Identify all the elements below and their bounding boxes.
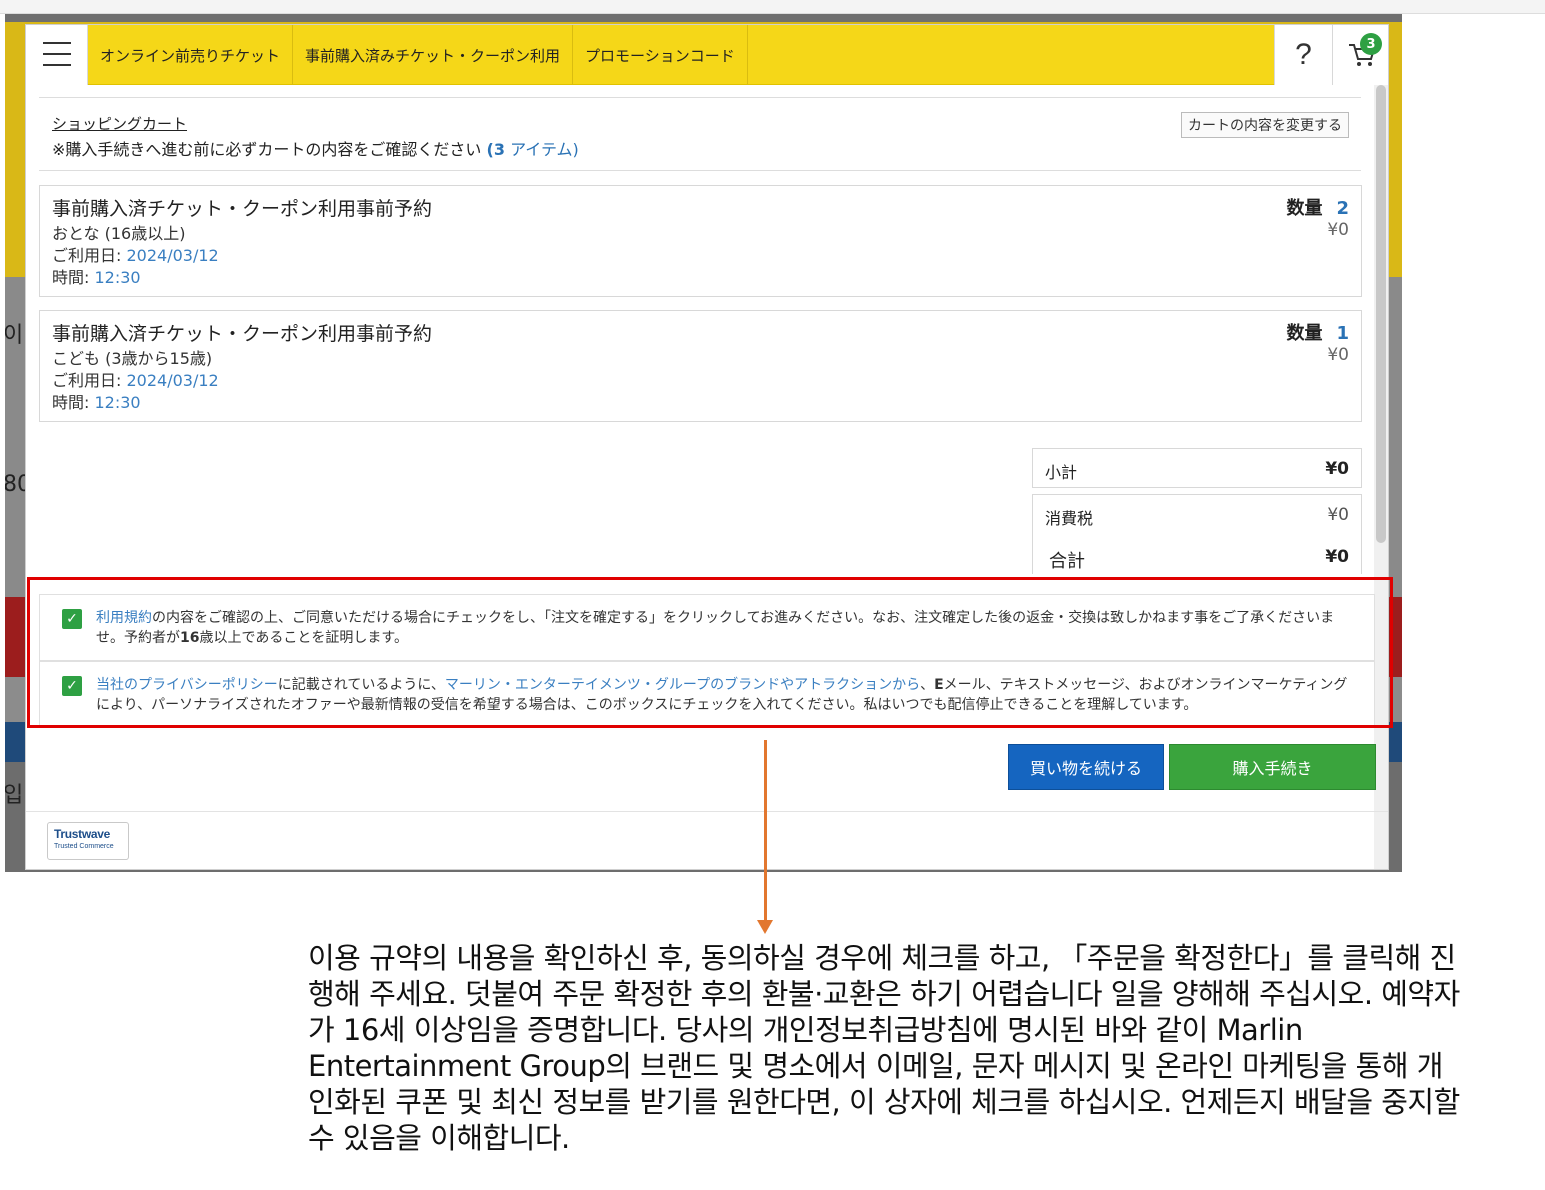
item-time: 12:30	[94, 268, 141, 287]
item-price: ¥0	[1327, 345, 1349, 365]
browser-top-strip	[0, 0, 1545, 14]
screenshot: 이 80 입 オンライン前売りチケット 事前購入済みチケット・クーポン利用 プロ…	[0, 0, 1545, 1190]
item-time-label: 時間:	[52, 268, 90, 287]
hamburger-menu-icon[interactable]	[26, 25, 88, 85]
background-text-fragment: 이	[5, 323, 24, 348]
cart-title-link[interactable]: ショッピングカート	[52, 113, 187, 134]
modal-nav-bar: オンライン前売りチケット 事前購入済みチケット・クーポン利用 プロモーションコー…	[26, 25, 1388, 85]
background-text-fragment: 입	[5, 783, 24, 808]
item-count-label: アイテム)	[510, 140, 579, 159]
trustwave-subtitle: Trusted Commerce	[54, 843, 114, 850]
item-time-row: 時間: 12:30	[52, 264, 141, 288]
item-time: 12:30	[94, 393, 141, 412]
edit-cart-button[interactable]: カートの内容を変更する	[1181, 112, 1349, 138]
tax-total-box: 消費税 ¥0 合計 ¥0	[1032, 494, 1362, 574]
item-count: 3	[493, 140, 505, 159]
cart-item: 事前購入済チケット・クーポン利用事前予約 こども (3歳から15歳) ご利用日:…	[39, 310, 1362, 422]
cart-header: ショッピングカート ※購入手続きへ進む前に必ずカートの内容をご確認ください (3…	[39, 97, 1361, 171]
cart-note-text: ※購入手続きへ進む前に必ずカートの内容をご確認ください	[52, 140, 482, 159]
item-quantity-value: 2	[1336, 198, 1349, 219]
tab-promotion-code[interactable]: プロモーションコード	[573, 25, 748, 85]
trustwave-logo-text: Trustwave	[54, 827, 110, 841]
subtotal-value: ¥0	[1325, 459, 1349, 479]
tab-online-advance-ticket[interactable]: オンライン前売りチケット	[88, 25, 294, 85]
cart-item: 事前購入済チケット・クーポン利用事前予約 おとな (16歳以上) ご利用日: 2…	[39, 185, 1362, 297]
item-date-label: ご利用日:	[52, 371, 122, 390]
item-price: ¥0	[1327, 220, 1349, 240]
item-quantity-label: 数量	[1286, 198, 1323, 219]
continue-shopping-button[interactable]: 買い物を続ける	[1008, 744, 1164, 790]
item-quantity-value: 1	[1336, 323, 1349, 344]
item-quantity: 数量 2	[1286, 194, 1349, 220]
annotation-arrow-line	[764, 740, 767, 922]
item-date-row: ご利用日: 2024/03/12	[52, 242, 219, 266]
item-quantity-label: 数量	[1286, 323, 1323, 344]
item-count-open: (	[486, 140, 494, 159]
trustwave-seal[interactable]: Trustwave Trusted Commerce	[47, 822, 129, 860]
item-quantity: 数量 1	[1286, 319, 1349, 345]
tax-label: 消費税	[1045, 509, 1094, 528]
footer-divider	[26, 811, 1388, 812]
annotation-translation-text: 이용 규약의 내용을 확인하신 후, 동의하실 경우에 체크를 하고, 「주문을…	[308, 941, 1460, 1155]
item-title: 事前購入済チケット・クーポン利用事前予約	[52, 198, 433, 220]
item-time-row: 時間: 12:30	[52, 389, 141, 413]
cart-modal: オンライン前売りチケット 事前購入済みチケット・クーポン利用 プロモーションコー…	[25, 24, 1389, 870]
item-time-label: 時間:	[52, 393, 90, 412]
item-title: 事前購入済チケット・クーポン利用事前予約	[52, 323, 433, 345]
subtotal-label: 小計	[1045, 463, 1078, 482]
annotation-highlight-box	[27, 577, 1393, 728]
cart-button[interactable]: 3	[1332, 25, 1388, 85]
help-button[interactable]: ?	[1274, 25, 1332, 85]
scrollbar-thumb[interactable]	[1376, 85, 1386, 543]
help-icon: ?	[1295, 38, 1312, 71]
cart-count-badge: 3	[1360, 33, 1382, 55]
item-date: 2024/03/12	[126, 246, 219, 265]
item-date-label: ご利用日:	[52, 246, 122, 265]
cart-note: ※購入手続きへ進む前に必ずカートの内容をご確認ください (3 アイテム)	[52, 136, 579, 160]
tab-prepurchased-ticket[interactable]: 事前購入済みチケット・クーポン利用	[293, 25, 574, 85]
tax-value: ¥0	[1327, 505, 1349, 525]
annotation-arrow-head-icon	[757, 920, 773, 934]
subtotal-row: 小計 ¥0	[1032, 448, 1362, 488]
item-date: 2024/03/12	[126, 371, 219, 390]
total-label: 合計	[1049, 551, 1085, 572]
checkout-button[interactable]: 購入手続き	[1169, 744, 1376, 790]
item-category: おとな (16歳以上)	[52, 224, 186, 243]
total-value: ¥0	[1325, 547, 1349, 567]
item-date-row: ご利用日: 2024/03/12	[52, 367, 219, 391]
item-category: こども (3歳から15歳)	[52, 349, 213, 368]
